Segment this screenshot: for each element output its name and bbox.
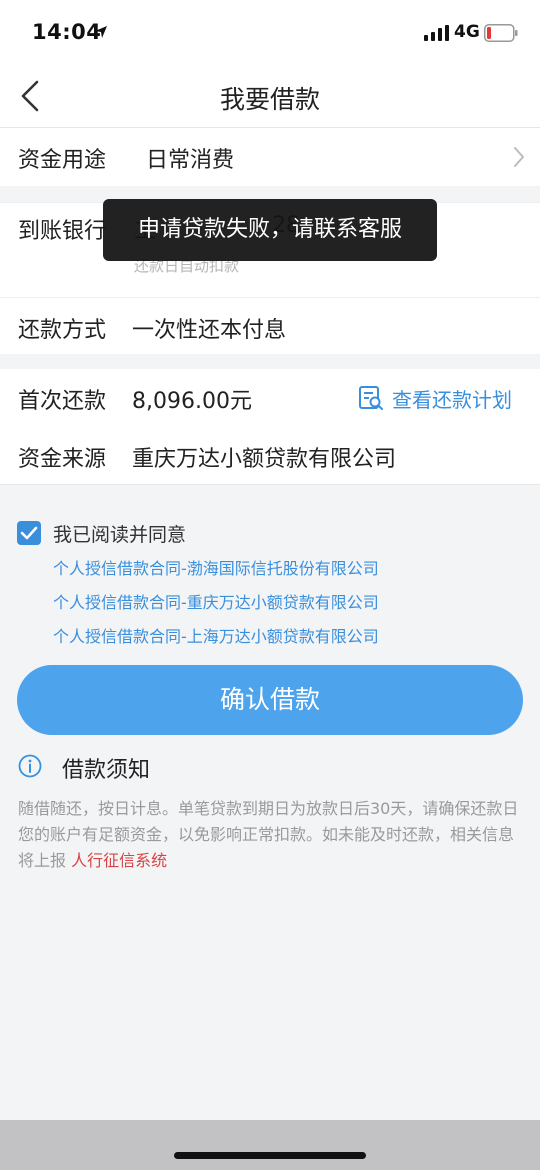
battery-low-icon: [484, 24, 518, 42]
purpose-value: 日常消费: [146, 148, 235, 173]
purpose-row[interactable]: 资金用途 日常消费: [0, 128, 540, 186]
confirm-loan-button[interactable]: 确认借款: [17, 665, 523, 735]
first-repayment-label: 首次还款: [18, 389, 107, 414]
home-indicator[interactable]: [174, 1152, 366, 1159]
loan-notice-title: 借款须知: [62, 758, 151, 783]
view-repayment-plan-label: 查看还款计划: [392, 387, 512, 412]
page-title: 我要借款: [219, 85, 320, 114]
network-label: 4G: [454, 22, 480, 42]
contract-link-bohai[interactable]: 个人授信借款合同-渤海国际信托股份有限公司: [53, 555, 379, 579]
nav-bar: 我要借款: [0, 64, 540, 128]
chevron-right-icon: [514, 147, 524, 167]
agree-checkbox[interactable]: [17, 521, 41, 545]
purpose-label: 资金用途: [18, 148, 107, 173]
credit-system-link[interactable]: 人行征信系统: [71, 851, 167, 870]
repayment-info-section: 首次还款 8,096.00元 查看还款计划 资金来源 重庆万达小额贷款有限公司: [0, 369, 540, 485]
bottom-bar: [0, 1120, 540, 1170]
info-icon: [18, 754, 42, 778]
method-value: 一次性还本付息: [132, 318, 287, 343]
repayment-plan-icon: [359, 386, 383, 410]
status-time: 14:04: [32, 20, 102, 44]
loan-notice-text: 随借随还，按日计息。单笔贷款到期日为放款日后30天，请确保还款日您的账户有足额资…: [18, 796, 524, 874]
first-repayment-value: 8,096.00元: [132, 389, 252, 414]
method-label: 还款方式: [18, 318, 107, 343]
repayment-method-row: 还款方式 一次性还本付息: [0, 297, 540, 354]
location-arrow-icon: [95, 26, 107, 38]
bank-label: 到账银行: [18, 219, 107, 244]
contract-link-chongqing[interactable]: 个人授信借款合同-重庆万达小额贷款有限公司: [53, 589, 379, 613]
agree-label: 我已阅读并同意: [53, 524, 187, 546]
checkmark-icon: [20, 526, 38, 540]
status-bar: 14:04 4G: [0, 0, 540, 64]
error-toast: 申请贷款失败，请联系客服: [103, 199, 437, 261]
contract-link-shanghai[interactable]: 个人授信借款合同-上海万达小额贷款有限公司: [53, 623, 379, 647]
fund-source-label: 资金来源: [18, 447, 107, 472]
signal-icon: [424, 25, 449, 41]
fund-source-value: 重庆万达小额贷款有限公司: [132, 447, 397, 472]
view-repayment-plan-link[interactable]: 查看还款计划: [358, 383, 512, 413]
